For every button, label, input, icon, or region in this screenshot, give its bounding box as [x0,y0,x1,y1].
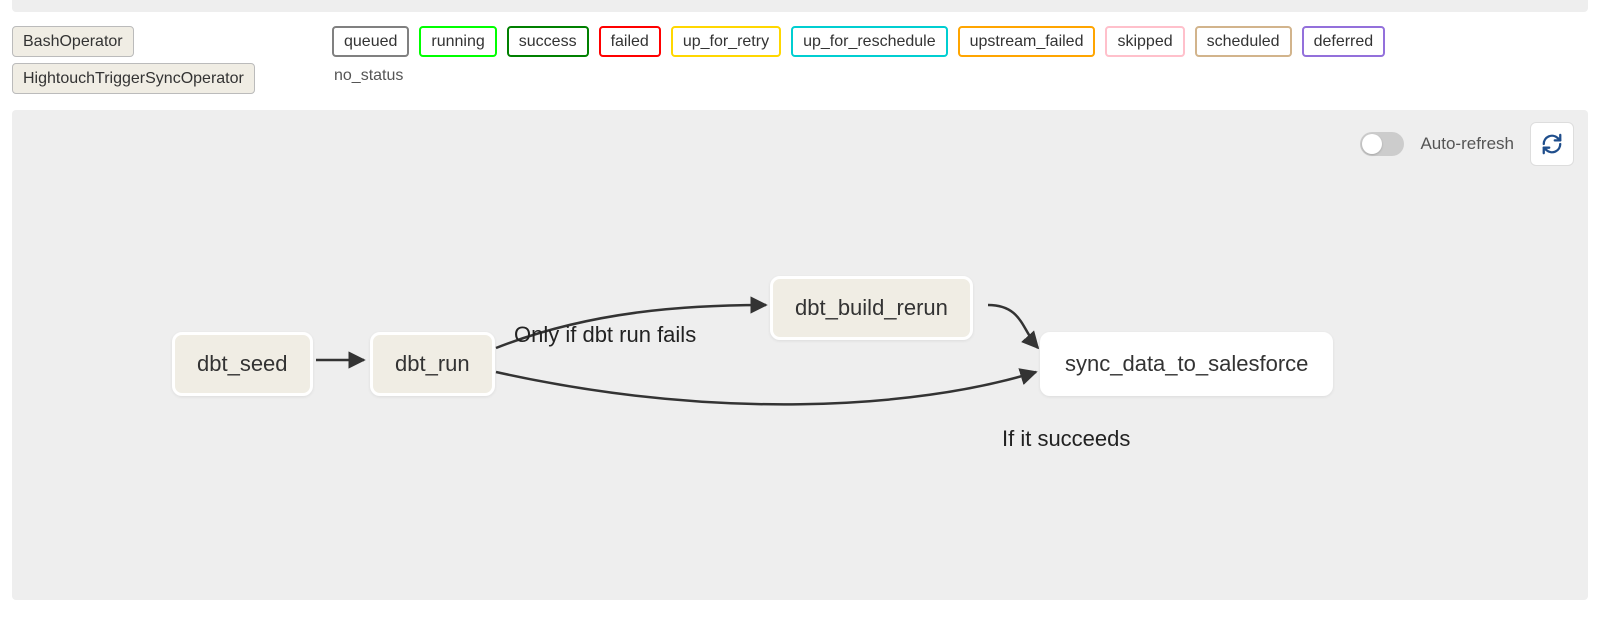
auto-refresh-toggle[interactable] [1360,132,1404,156]
status-deferred[interactable]: deferred [1302,26,1386,57]
status-success[interactable]: success [507,26,589,57]
status-failed[interactable]: failed [599,26,661,57]
status-up-for-retry[interactable]: up_for_retry [671,26,781,57]
auto-refresh-label: Auto-refresh [1420,134,1514,154]
status-queued[interactable]: queued [332,26,409,57]
operator-pill-hightouch[interactable]: HightouchTriggerSyncOperator [12,63,255,94]
annotation-success-path: If it succeeds [1002,426,1130,452]
status-row: queued running success failed up_for_ret… [332,26,1588,57]
status-up-for-reschedule[interactable]: up_for_reschedule [791,26,948,57]
toggle-knob [1362,134,1382,154]
legend-bar: BashOperator HightouchTriggerSyncOperato… [0,12,1600,102]
task-node-dbt-build-rerun[interactable]: dbt_build_rerun [770,276,973,340]
status-scheduled[interactable]: scheduled [1195,26,1292,57]
status-legend: queued running success failed up_for_ret… [332,26,1588,89]
graph-toolbar: Auto-refresh [1360,122,1574,166]
task-node-sync-data-to-salesforce[interactable]: sync_data_to_salesforce [1040,332,1333,396]
operator-pill-bash[interactable]: BashOperator [12,26,134,57]
annotation-fail-path: Only if dbt run fails [514,322,696,348]
status-running[interactable]: running [419,26,496,57]
top-strip [12,0,1588,12]
refresh-icon [1541,133,1563,155]
task-node-dbt-run[interactable]: dbt_run [370,332,495,396]
status-no-status: no_status [332,63,1588,89]
graph-area[interactable]: Auto-refresh dbt_seed dbt_run dbt_build_… [12,110,1588,600]
status-upstream-failed[interactable]: upstream_failed [958,26,1096,57]
refresh-button[interactable] [1530,122,1574,166]
status-skipped[interactable]: skipped [1105,26,1184,57]
task-node-dbt-seed[interactable]: dbt_seed [172,332,313,396]
operator-legend: BashOperator HightouchTriggerSyncOperato… [12,26,292,94]
